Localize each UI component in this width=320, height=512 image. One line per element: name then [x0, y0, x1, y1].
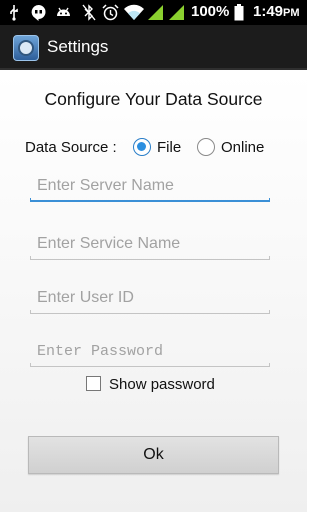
user-id-field: [30, 284, 270, 314]
service-name-field: [30, 230, 270, 260]
battery-icon: [234, 4, 244, 21]
show-password-label[interactable]: Show password: [109, 376, 215, 393]
signal-icon: [169, 5, 184, 20]
android-debug-icon: [57, 7, 70, 16]
user-id-input[interactable]: [30, 284, 270, 312]
user-id-underline: [30, 310, 270, 314]
status-bar: 100% 1:49PM: [0, 0, 307, 25]
password-input[interactable]: [30, 337, 270, 365]
hangouts-icon: [31, 5, 46, 21]
server-name-field: [30, 172, 270, 202]
show-password-checkbox[interactable]: [86, 376, 101, 391]
service-name-underline: [30, 256, 270, 260]
ok-button[interactable]: Ok: [28, 436, 279, 474]
radio-online[interactable]: [197, 138, 215, 156]
settings-form: Configure Your Data Source Data Source :…: [0, 72, 307, 512]
alarm-icon: [102, 4, 119, 21]
clock: 1:49PM: [253, 3, 300, 20]
signal-icon: [148, 5, 163, 20]
server-name-input[interactable]: [30, 172, 270, 200]
page-title: Settings: [47, 37, 109, 56]
service-name-input[interactable]: [30, 230, 270, 258]
server-name-underline: [30, 198, 270, 202]
wifi-icon: [124, 4, 144, 20]
radio-online-label[interactable]: Online: [221, 139, 264, 156]
bluetooth-off-icon: [82, 4, 96, 21]
action-bar: Settings: [0, 25, 307, 70]
password-field: [30, 337, 270, 367]
form-heading: Configure Your Data Source: [44, 89, 263, 109]
radio-file-label[interactable]: File: [157, 139, 181, 156]
password-underline: [30, 363, 270, 367]
radio-file[interactable]: [133, 138, 151, 156]
usb-icon: [10, 5, 18, 21]
clock-suffix: PM: [283, 7, 300, 19]
battery-percent: 100%: [191, 3, 230, 20]
settings-app-icon[interactable]: [13, 35, 39, 61]
data-source-label: Data Source :: [25, 139, 117, 156]
clock-time: 1:49: [253, 3, 284, 20]
